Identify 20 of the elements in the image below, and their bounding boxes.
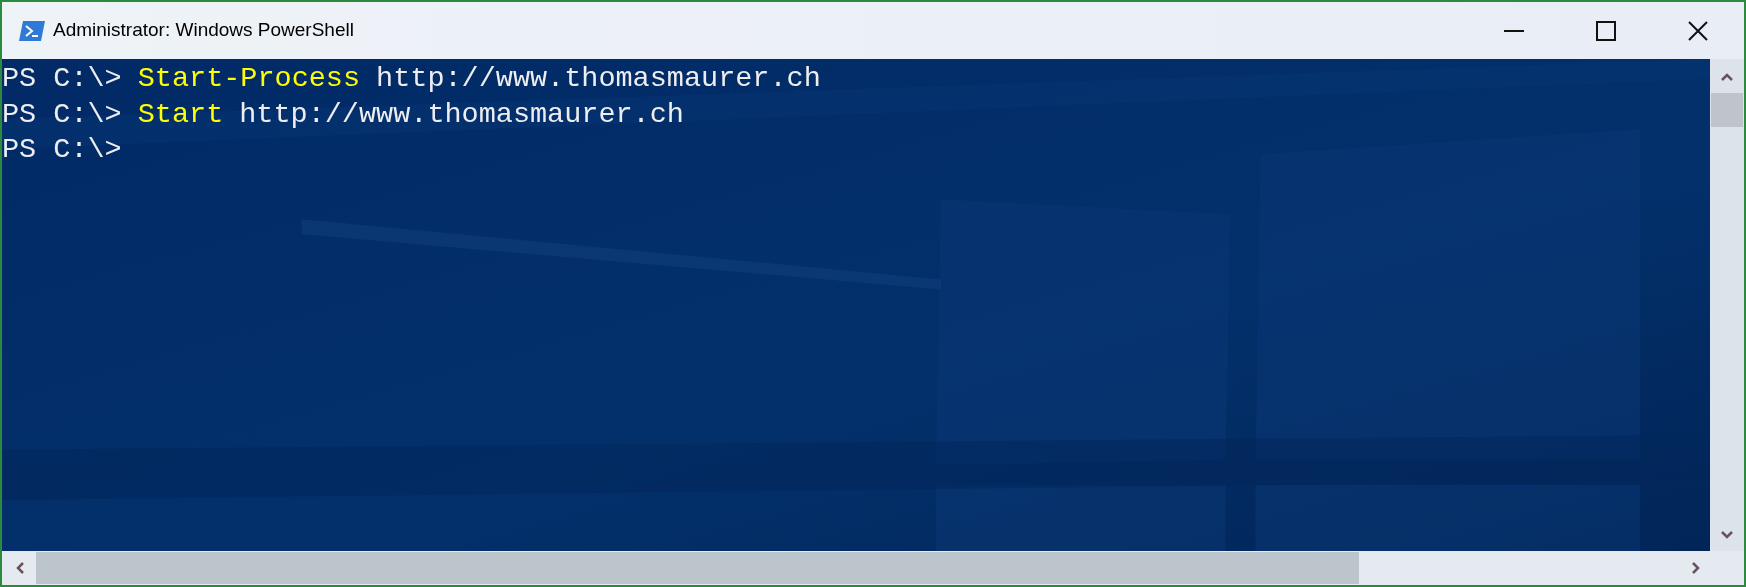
horizontal-scrollbar[interactable] <box>2 551 1744 585</box>
window-title: Administrator: Windows PowerShell <box>53 18 354 43</box>
maximize-icon <box>1596 20 1616 41</box>
argument: http://www.thomasmaurer.ch <box>376 61 821 97</box>
command: Start-Process <box>137 61 361 97</box>
minimize-icon <box>1504 29 1524 32</box>
vertical-scrollbar[interactable] <box>1710 59 1744 551</box>
argument: http://www.thomasmaurer.ch <box>239 96 684 132</box>
command: Start <box>137 96 224 132</box>
close-icon <box>1688 20 1708 41</box>
prompt: PS C:\> <box>2 61 122 97</box>
chevron-down-icon <box>1721 531 1733 539</box>
chevron-right-icon <box>1692 562 1700 574</box>
scroll-thumb[interactable] <box>1711 93 1743 127</box>
scroll-thumb[interactable] <box>36 552 1359 584</box>
prompt: PS C:\> <box>2 96 122 132</box>
chevron-up-icon <box>1721 73 1733 81</box>
chevron-left-icon <box>16 562 24 574</box>
prompt: PS C:\> <box>2 132 122 168</box>
powershell-icon <box>19 20 45 41</box>
